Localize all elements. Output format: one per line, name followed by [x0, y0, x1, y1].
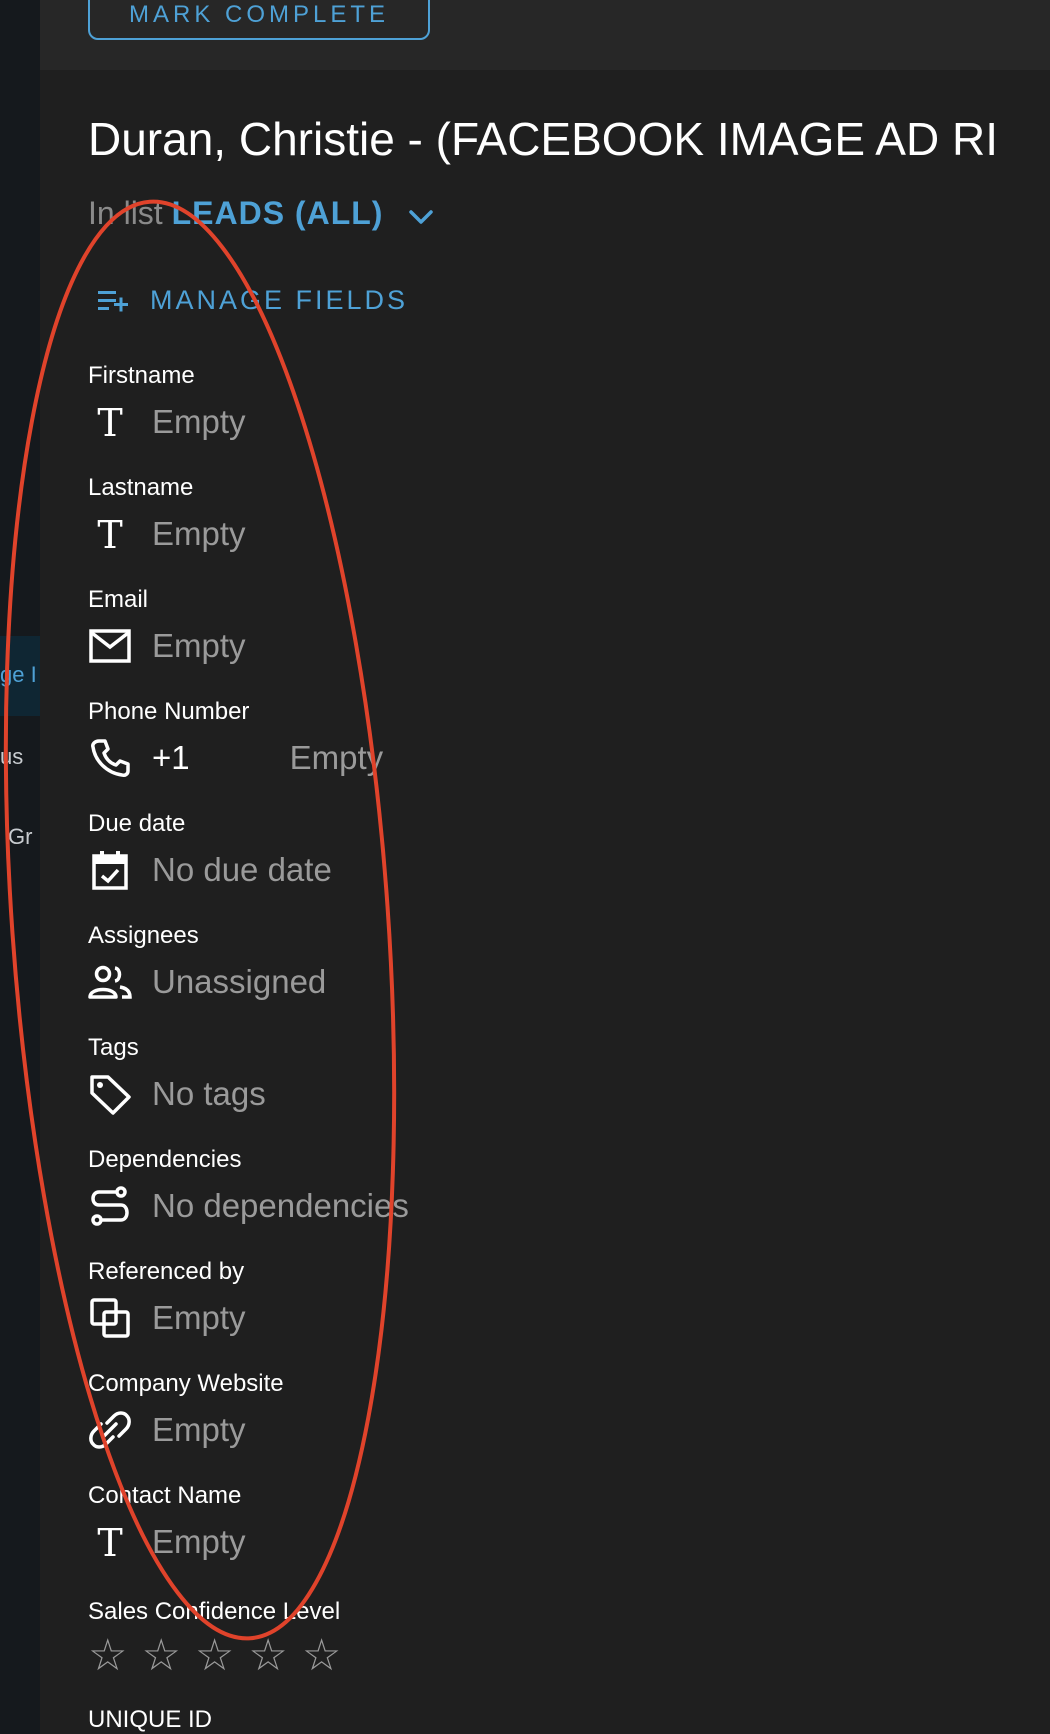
field-label: Referenced by	[88, 1258, 245, 1285]
field-value-row[interactable]: Unassigned	[88, 960, 326, 1004]
field-value[interactable]: Empty	[152, 1523, 246, 1561]
field-due-date: Due date No due date	[88, 810, 332, 892]
field-referenced-by: Referenced by Empty	[88, 1258, 246, 1340]
manage-fields-button[interactable]: MANAGE FIELDS	[96, 285, 408, 316]
manage-fields-label: MANAGE FIELDS	[150, 285, 409, 315]
field-firstname: Firstname T Empty	[88, 362, 246, 444]
phone-country-code[interactable]: +1	[152, 739, 190, 777]
svg-text:T: T	[97, 404, 122, 440]
field-tags: Tags No tags	[88, 1034, 266, 1116]
in-list-prefix: In list	[88, 195, 163, 231]
star-icon[interactable]: ☆	[195, 1634, 234, 1678]
field-value-row[interactable]: Empty	[88, 1296, 246, 1340]
sidebar-item-active[interactable]: ge I	[0, 636, 40, 716]
star-icon[interactable]: ☆	[88, 1634, 127, 1678]
sidebar-item[interactable]: us	[0, 744, 23, 770]
field-value-row[interactable]: No dependencies	[88, 1184, 409, 1228]
field-label: Email	[88, 586, 149, 613]
field-value[interactable]: Empty	[152, 1299, 246, 1337]
phone-icon	[88, 736, 132, 780]
field-value[interactable]: No tags	[152, 1075, 266, 1113]
field-label: Dependencies	[88, 1146, 242, 1173]
field-value[interactable]: Unassigned	[152, 963, 326, 1001]
text-icon: T	[88, 512, 132, 556]
sidebar-item-label: ge I	[0, 662, 37, 687]
field-value-row[interactable]: Empty	[88, 624, 246, 668]
mail-icon	[88, 624, 132, 668]
field-value[interactable]: Empty	[152, 515, 246, 553]
field-lastname: Lastname T Empty	[88, 474, 246, 556]
playlist-add-icon	[98, 290, 128, 311]
field-value[interactable]: Empty	[152, 1411, 246, 1449]
field-label: UNIQUE ID	[88, 1706, 213, 1733]
list-selector[interactable]: In list LEADS (ALL)	[88, 195, 434, 234]
star-icon[interactable]: ☆	[302, 1634, 341, 1678]
field-assignees: Assignees Unassigned	[88, 922, 326, 1004]
field-contact-name: Contact Name T Empty	[88, 1482, 246, 1564]
field-label: Assignees	[88, 922, 199, 949]
field-value[interactable]: No dependencies	[152, 1187, 409, 1225]
star-rating[interactable]: ☆ ☆ ☆ ☆ ☆	[88, 1634, 355, 1678]
field-value[interactable]: Empty	[290, 739, 384, 777]
field-value-row[interactable]: T Empty	[88, 400, 246, 444]
record-toolbar: MARK COMPLETE	[40, 0, 1050, 70]
field-label: Company Website	[88, 1370, 284, 1397]
text-icon: T	[88, 400, 132, 444]
field-company-website: Company Website Empty	[88, 1370, 284, 1452]
svg-text:T: T	[97, 1524, 122, 1560]
field-label: Phone Number	[88, 698, 250, 725]
field-label: Tags	[88, 1034, 139, 1061]
reference-icon	[88, 1296, 132, 1340]
field-value[interactable]: Empty	[152, 627, 246, 665]
field-value[interactable]: No due date	[152, 851, 332, 889]
field-label: Sales Confidence Level	[88, 1598, 341, 1625]
field-value-row[interactable]: No tags	[88, 1072, 266, 1116]
mark-complete-button[interactable]: MARK COMPLETE	[88, 0, 430, 40]
field-value[interactable]: Empty	[152, 403, 246, 441]
field-value-row[interactable]: T Empty	[88, 1520, 246, 1564]
star-icon[interactable]: ☆	[141, 1634, 180, 1678]
field-label: Contact Name	[88, 1482, 242, 1509]
page-title: Duran, Christie - (FACEBOOK IMAGE AD RI	[88, 113, 998, 165]
sidebar-item[interactable]: Gr	[8, 824, 32, 850]
list-name[interactable]: LEADS (ALL)	[172, 195, 384, 231]
field-email: Email Empty	[88, 586, 246, 668]
link-icon	[88, 1408, 132, 1452]
sidebar-strip: ge I us Gr	[0, 0, 40, 1734]
field-sales-confidence-level: Sales Confidence Level ☆ ☆ ☆ ☆ ☆	[88, 1598, 355, 1678]
field-phone-number: Phone Number +1 Empty	[88, 698, 383, 780]
svg-text:T: T	[97, 516, 122, 552]
text-icon: T	[88, 1520, 132, 1564]
field-unique-id: UNIQUE ID	[88, 1706, 212, 1734]
field-label: Lastname	[88, 474, 194, 501]
chevron-down-icon[interactable]	[408, 197, 434, 234]
field-value-row[interactable]: T Empty	[88, 512, 246, 556]
star-icon[interactable]: ☆	[248, 1634, 287, 1678]
people-icon	[88, 960, 132, 1004]
field-value-row[interactable]: +1 Empty	[88, 736, 383, 780]
field-value-row[interactable]: No due date	[88, 848, 332, 892]
field-dependencies: Dependencies No dependencies	[88, 1146, 409, 1228]
field-label: Firstname	[88, 362, 195, 389]
field-value-row[interactable]: Empty	[88, 1408, 284, 1452]
dependencies-icon	[88, 1184, 132, 1228]
calendar-check-icon	[88, 848, 132, 892]
field-label: Due date	[88, 810, 186, 837]
tag-icon	[88, 1072, 132, 1116]
